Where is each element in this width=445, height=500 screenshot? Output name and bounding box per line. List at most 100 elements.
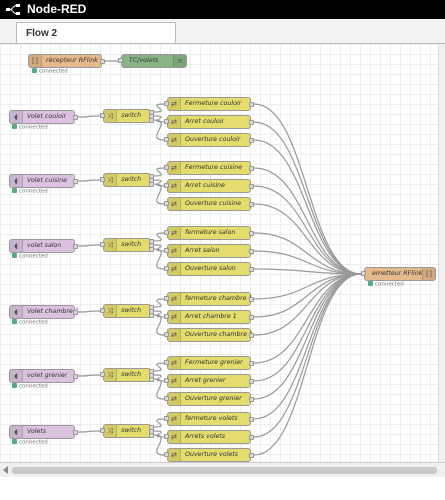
output-port[interactable] bbox=[249, 184, 254, 189]
wire[interactable] bbox=[153, 183, 165, 205]
output-port[interactable] bbox=[249, 166, 254, 171]
node-switch[interactable]: ⤨ switch bbox=[103, 304, 151, 318]
input-port[interactable] bbox=[164, 314, 169, 319]
output-port[interactable] bbox=[249, 417, 254, 422]
output-port[interactable] bbox=[73, 374, 78, 379]
output-port[interactable] bbox=[100, 59, 105, 64]
wire[interactable] bbox=[153, 434, 165, 456]
output-port[interactable] bbox=[249, 333, 254, 338]
node-change[interactable]: ⇄ Arret grenier bbox=[167, 374, 251, 388]
node-change[interactable]: ⇄ Ouverture grenier bbox=[167, 392, 251, 406]
output-port[interactable] bbox=[73, 310, 78, 315]
output-port[interactable] bbox=[149, 313, 154, 318]
output-port[interactable] bbox=[249, 379, 254, 384]
output-port[interactable] bbox=[249, 202, 254, 207]
node-change[interactable]: ⇄ Ouverture volets bbox=[167, 448, 251, 462]
output-port[interactable] bbox=[73, 115, 78, 120]
wire[interactable] bbox=[253, 273, 362, 364]
node-change[interactable]: ⇄ Arret chambre 1 bbox=[167, 310, 251, 324]
scroll-left-arrow-icon[interactable] bbox=[3, 466, 8, 474]
node-change[interactable]: ⇄ fermeture chambre 1 bbox=[167, 292, 253, 306]
wire[interactable] bbox=[76, 179, 101, 182]
tab-flow-2[interactable]: Flow 2 bbox=[16, 22, 176, 43]
output-port[interactable] bbox=[149, 182, 154, 187]
output-port[interactable] bbox=[249, 435, 254, 440]
vertical-scrollbar[interactable] bbox=[438, 44, 445, 462]
input-port[interactable] bbox=[100, 308, 105, 313]
output-port[interactable] bbox=[149, 118, 154, 123]
input-port[interactable] bbox=[100, 372, 105, 377]
input-port[interactable] bbox=[164, 101, 169, 106]
output-port[interactable] bbox=[73, 244, 78, 249]
output-port[interactable] bbox=[149, 247, 154, 252]
wire[interactable] bbox=[253, 273, 362, 336]
wire[interactable] bbox=[253, 273, 362, 400]
node-inject[interactable]: ◖ Volet cuisine bbox=[9, 174, 75, 188]
wire[interactable] bbox=[153, 103, 165, 113]
wire[interactable] bbox=[76, 430, 101, 433]
node-change[interactable]: ⇄ Fermeture cuisine bbox=[167, 161, 251, 175]
input-port[interactable] bbox=[164, 396, 169, 401]
output-port[interactable] bbox=[249, 297, 254, 302]
scrollbar-thumb[interactable] bbox=[12, 467, 437, 474]
output-port[interactable] bbox=[249, 397, 254, 402]
output-port[interactable] bbox=[249, 102, 254, 107]
input-port[interactable] bbox=[164, 378, 169, 383]
wire[interactable] bbox=[153, 298, 165, 308]
node-switch[interactable]: ⤨ switch bbox=[103, 173, 151, 187]
node-inject[interactable]: ◖ Volet chambre 1 bbox=[9, 305, 79, 319]
wire[interactable] bbox=[253, 203, 362, 275]
node-inject[interactable]: ◖ volet grenier bbox=[9, 369, 75, 383]
input-port[interactable] bbox=[164, 360, 169, 365]
output-port[interactable] bbox=[73, 430, 78, 435]
node-change[interactable]: ⇄ Ouverture salon bbox=[167, 262, 251, 276]
output-port[interactable] bbox=[249, 120, 254, 125]
node-inject[interactable]: ◖ Volet couloir bbox=[9, 110, 75, 124]
node-change[interactable]: ⇄ Ouverture chambre 1 bbox=[167, 328, 253, 342]
output-port[interactable] bbox=[149, 433, 154, 438]
wire[interactable] bbox=[153, 418, 165, 428]
node-recepteur-rflink[interactable]: ⟦⟧ récepteur RFlink bbox=[28, 54, 102, 68]
input-port[interactable] bbox=[164, 434, 169, 439]
node-inject[interactable]: ◖ Volets bbox=[9, 425, 75, 439]
input-port[interactable] bbox=[164, 296, 169, 301]
node-change[interactable]: ⇄ Fermeture grenier bbox=[167, 356, 251, 370]
wire[interactable] bbox=[153, 314, 165, 336]
wire[interactable] bbox=[253, 273, 362, 456]
input-port[interactable] bbox=[100, 113, 105, 118]
node-debug-tc-volets[interactable]: ≡ TC/volets bbox=[121, 54, 187, 68]
wire[interactable] bbox=[76, 374, 101, 377]
input-port[interactable] bbox=[164, 266, 169, 271]
output-port[interactable] bbox=[249, 267, 254, 272]
node-change[interactable]: ⇄ Fermeture couloir bbox=[167, 97, 251, 111]
wire[interactable] bbox=[153, 362, 165, 372]
input-port[interactable] bbox=[164, 119, 169, 124]
input-port[interactable] bbox=[164, 183, 169, 188]
horizontal-scrollbar[interactable] bbox=[0, 462, 445, 478]
input-port[interactable] bbox=[164, 137, 169, 142]
wire[interactable] bbox=[76, 310, 101, 313]
node-change[interactable]: ⇄ fermeture volets bbox=[167, 412, 251, 426]
wire[interactable] bbox=[153, 378, 165, 400]
wire[interactable] bbox=[76, 115, 101, 118]
output-port[interactable] bbox=[249, 315, 254, 320]
input-port[interactable] bbox=[164, 452, 169, 457]
input-port[interactable] bbox=[164, 248, 169, 253]
wire[interactable] bbox=[76, 244, 101, 247]
input-port[interactable] bbox=[164, 201, 169, 206]
input-port[interactable] bbox=[100, 177, 105, 182]
node-emetteur-rflink[interactable]: ⟦⟧ emetteur RFlink bbox=[364, 267, 436, 281]
flow-canvas[interactable]: ⟦⟧ récepteur RFlink connected ≡ TC/volets ⟦⟧ e… bbox=[0, 44, 438, 462]
output-port[interactable] bbox=[149, 377, 154, 382]
output-port[interactable] bbox=[249, 453, 254, 458]
wire[interactable] bbox=[153, 248, 165, 270]
wire[interactable] bbox=[153, 167, 165, 177]
input-port[interactable] bbox=[100, 242, 105, 247]
input-port[interactable] bbox=[100, 428, 105, 433]
input-port[interactable] bbox=[164, 332, 169, 337]
output-port[interactable] bbox=[249, 231, 254, 236]
node-change[interactable]: ⇄ Ouverture cuisine bbox=[167, 197, 251, 211]
input-port[interactable] bbox=[164, 230, 169, 235]
output-port[interactable] bbox=[73, 179, 78, 184]
wire[interactable] bbox=[153, 232, 165, 242]
